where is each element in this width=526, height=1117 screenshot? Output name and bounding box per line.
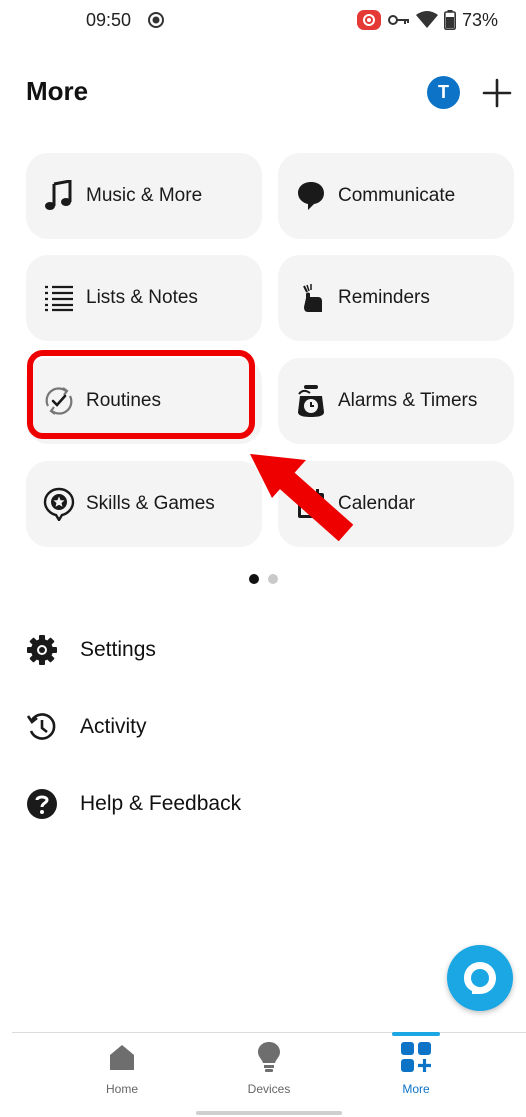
vpn-key-icon xyxy=(387,15,409,25)
tile-lists-and-notes[interactable]: Lists & Notes xyxy=(26,255,262,341)
wifi-icon xyxy=(415,11,438,28)
alexa-icon xyxy=(464,962,496,994)
nav-label: More xyxy=(402,1082,430,1096)
speech-bubble-icon xyxy=(294,179,328,213)
add-button[interactable] xyxy=(480,76,514,110)
status-time: 09:50 xyxy=(86,10,132,30)
battery-icon xyxy=(443,10,456,30)
list-icon xyxy=(42,281,76,315)
lightbulb-icon xyxy=(252,1040,286,1074)
nav-label: Devices xyxy=(247,1082,291,1096)
nav-more[interactable]: More xyxy=(356,1040,476,1096)
alarm-clock-icon xyxy=(294,384,328,418)
tile-label: Communicate xyxy=(338,185,456,206)
avatar[interactable]: T xyxy=(427,76,460,109)
tile-music-and-more[interactable]: Music & More xyxy=(26,153,262,239)
tile-label: Routines xyxy=(86,390,161,411)
status-icons: 73% xyxy=(356,9,498,31)
nav-devices[interactable]: Devices xyxy=(209,1040,329,1096)
tile-skills-and-games[interactable]: Skills & Games xyxy=(26,461,262,547)
page-indicator xyxy=(0,574,526,584)
list-item-label: Activity xyxy=(80,715,147,738)
gear-icon xyxy=(26,634,58,666)
tile-label: Calendar xyxy=(338,493,416,514)
more-grid-icon xyxy=(399,1040,433,1074)
routine-check-icon xyxy=(42,384,76,418)
page-dot-active xyxy=(248,574,259,584)
skills-star-icon xyxy=(42,487,76,521)
nav-label: Home xyxy=(105,1082,138,1096)
screen-record-icon xyxy=(148,12,164,28)
list-item-activity[interactable]: Activity xyxy=(26,707,147,747)
nav-home[interactable]: Home xyxy=(62,1040,182,1096)
tile-label: Music & More xyxy=(86,185,203,206)
page-dot xyxy=(267,574,278,584)
music-note-icon xyxy=(42,179,76,213)
home-indicator xyxy=(196,1111,342,1115)
tile-reminders[interactable]: Reminders xyxy=(278,255,514,341)
nav-active-indicator xyxy=(392,1032,440,1036)
help-icon xyxy=(26,788,58,820)
tile-label: Skills & Games xyxy=(86,493,215,514)
tile-alarms-and-timers[interactable]: Alarms & Timers xyxy=(278,358,514,444)
tile-label: Alarms & Timers xyxy=(338,390,478,411)
reminder-hand-icon xyxy=(294,281,328,315)
cast-record-icon xyxy=(356,10,381,30)
list-item-label: Settings xyxy=(80,638,156,661)
list-item-help-and-feedback[interactable]: Help & Feedback xyxy=(26,784,241,824)
status-bar: 09:50 73% xyxy=(0,0,526,42)
list-item-label: Help & Feedback xyxy=(80,792,242,815)
tile-label: Reminders xyxy=(338,287,430,308)
tile-calendar[interactable]: Calendar xyxy=(278,461,514,547)
page-title: More xyxy=(26,76,89,106)
history-icon xyxy=(26,711,58,743)
nav-divider xyxy=(12,1032,526,1033)
tile-routines[interactable]: Routines xyxy=(26,358,262,444)
alexa-button[interactable] xyxy=(447,945,513,1011)
calendar-icon xyxy=(294,487,328,521)
battery-percent: 73% xyxy=(461,9,498,30)
list-item-settings[interactable]: Settings xyxy=(26,630,156,670)
tile-communicate[interactable]: Communicate xyxy=(278,153,514,239)
tile-label: Lists & Notes xyxy=(86,287,198,308)
home-icon xyxy=(105,1040,139,1074)
